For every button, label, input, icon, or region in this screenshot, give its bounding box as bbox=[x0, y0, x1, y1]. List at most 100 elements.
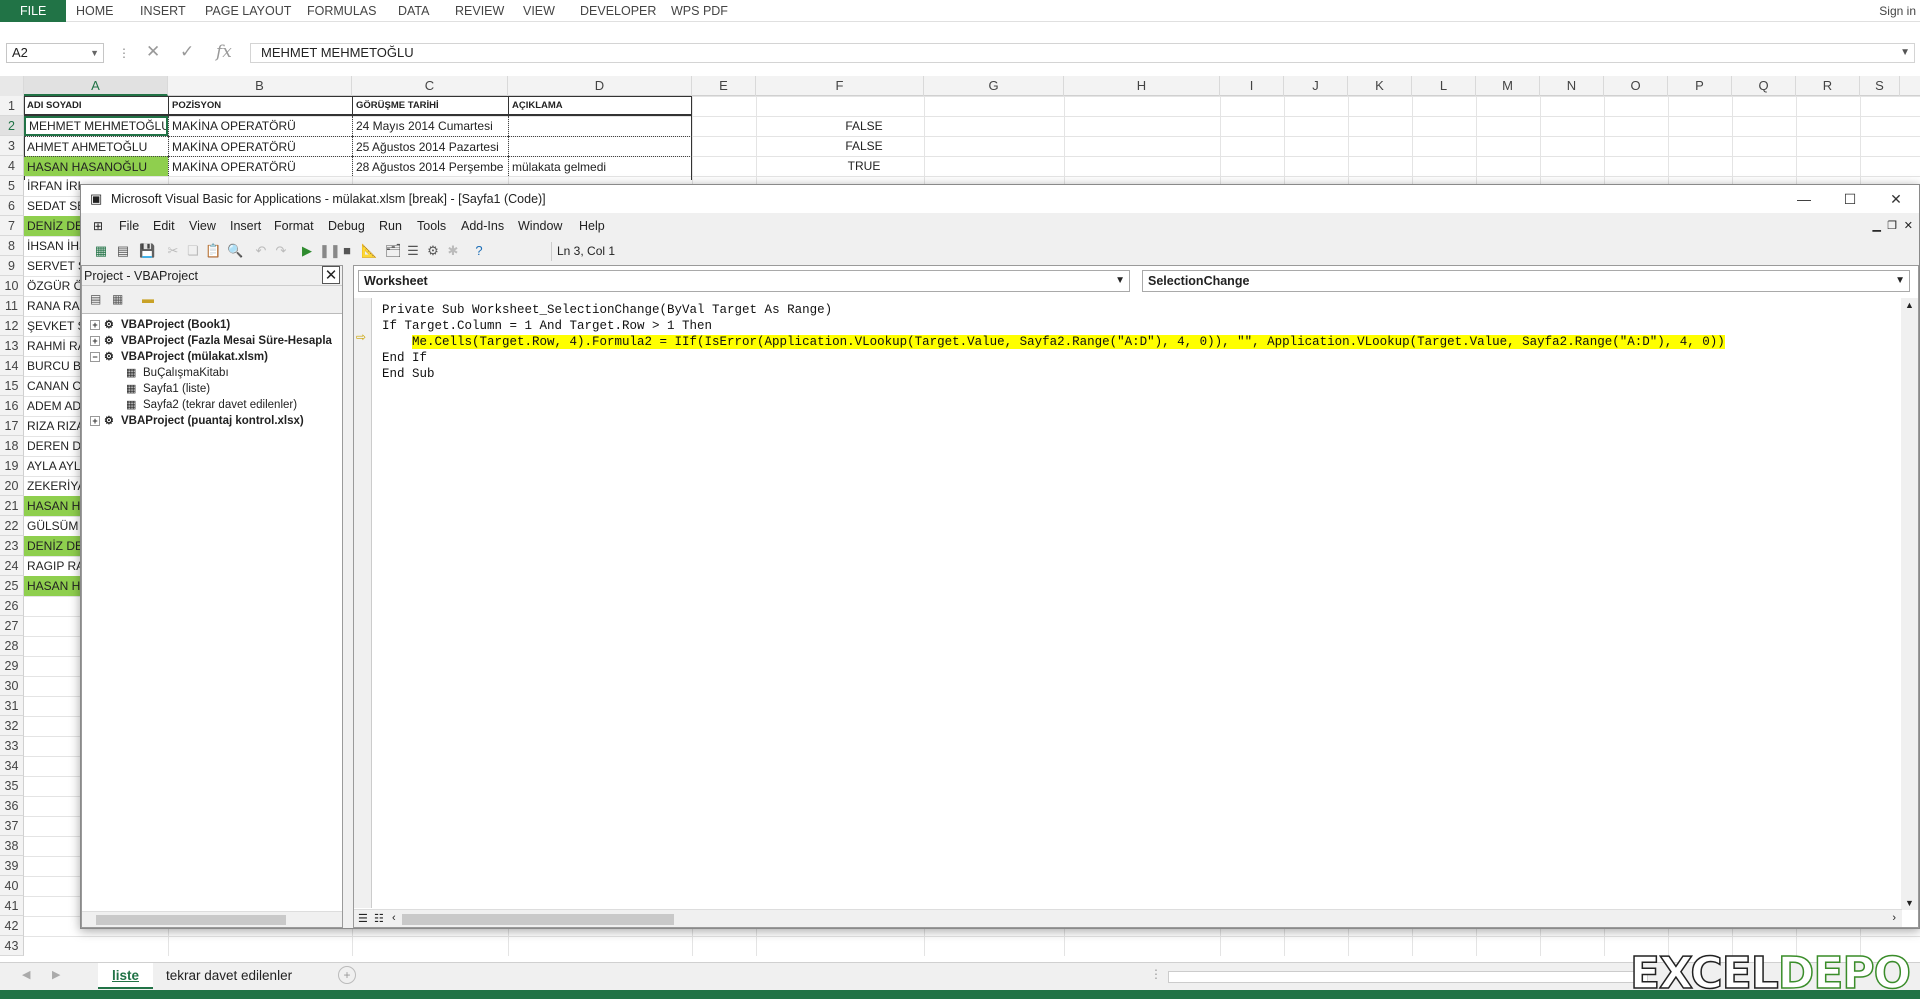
column-header-a[interactable]: A bbox=[24, 76, 168, 96]
break-icon[interactable]: ❚❚ bbox=[319, 243, 341, 259]
cell-b2[interactable]: MAKİNA OPERATÖRÜ bbox=[168, 116, 352, 136]
cell-f2[interactable]: FALSE bbox=[780, 116, 948, 136]
scrollbar-thumb[interactable] bbox=[402, 914, 674, 925]
row-header[interactable]: 21 bbox=[0, 496, 24, 516]
view-code-icon[interactable]: ▤ bbox=[90, 292, 101, 306]
column-header-m[interactable]: M bbox=[1476, 76, 1540, 96]
row-header[interactable]: 34 bbox=[0, 756, 24, 776]
menu-add-ins[interactable]: Add-Ins bbox=[461, 219, 504, 233]
code-horizontal-scrollbar[interactable]: ☰ ☷ ‹ › bbox=[354, 909, 1902, 927]
expand-formula-icon[interactable]: ▼ bbox=[1900, 44, 1910, 62]
row-header[interactable]: 33 bbox=[0, 736, 24, 756]
cell-b4[interactable]: MAKİNA OPERATÖRÜ bbox=[168, 156, 352, 176]
expand-icon[interactable]: + bbox=[90, 415, 100, 426]
select-all-corner[interactable] bbox=[0, 76, 24, 96]
tree-node-puantaj[interactable]: + ⚙ VBAProject (puantaj kontrol.xlsx) bbox=[90, 414, 304, 427]
tab-page-layout[interactable]: PAGE LAYOUT bbox=[205, 0, 291, 22]
cell-name[interactable]: HASAN HA bbox=[24, 576, 80, 596]
column-header-p[interactable]: P bbox=[1668, 76, 1732, 96]
cell-a4[interactable]: HASAN HASANOĞLU bbox=[24, 156, 168, 176]
row-header[interactable]: 14 bbox=[0, 356, 24, 376]
cell-name[interactable]: ŞEVKET ŞE bbox=[24, 316, 80, 336]
help-icon[interactable]: ? bbox=[471, 243, 487, 259]
row-header[interactable]: 24 bbox=[0, 556, 24, 576]
menu-help[interactable]: Help bbox=[579, 219, 605, 233]
row-header[interactable]: 23 bbox=[0, 536, 24, 556]
row-header[interactable]: 30 bbox=[0, 676, 24, 696]
column-header-b[interactable]: B bbox=[168, 76, 352, 96]
copy-icon[interactable]: ❏ bbox=[185, 243, 201, 259]
row-header[interactable]: 5 bbox=[0, 176, 24, 196]
scrollbar-thumb[interactable] bbox=[96, 915, 286, 925]
column-header-j[interactable]: J bbox=[1284, 76, 1348, 96]
cell-name[interactable]: İRFAN İRF bbox=[24, 176, 80, 196]
row-header[interactable]: 16 bbox=[0, 396, 24, 416]
column-header-e[interactable]: E bbox=[692, 76, 756, 96]
name-box[interactable]: A2 ▼ bbox=[6, 43, 104, 63]
cell-d2[interactable] bbox=[508, 116, 692, 136]
tab-developer[interactable]: DEVELOPER bbox=[580, 0, 656, 22]
cancel-icon[interactable]: ✕ bbox=[146, 42, 160, 62]
header-gorusme-tarihi[interactable]: GÖRÜŞME TARİHİ bbox=[352, 96, 508, 116]
breakpoint-margin[interactable]: ⇨ bbox=[354, 298, 372, 908]
properties-icon[interactable]: ☰ bbox=[405, 243, 421, 259]
menu-edit[interactable]: Edit bbox=[153, 219, 175, 233]
row-header[interactable]: 15 bbox=[0, 376, 24, 396]
row-header[interactable]: 37 bbox=[0, 816, 24, 836]
cell-f4[interactable]: TRUE bbox=[780, 156, 948, 176]
row-header[interactable]: 32 bbox=[0, 716, 24, 736]
cell-name[interactable]: ADEM ADE bbox=[24, 396, 80, 416]
row-header[interactable]: 18 bbox=[0, 436, 24, 456]
scroll-down-icon[interactable]: ▼ bbox=[1905, 898, 1914, 908]
scroll-left-icon[interactable]: ◀ bbox=[22, 968, 30, 981]
cell-name[interactable]: İHSAN İHS bbox=[24, 236, 80, 256]
cell-f3[interactable]: FALSE bbox=[780, 136, 948, 156]
menu-run[interactable]: Run bbox=[379, 219, 402, 233]
child-close-icon[interactable]: ✕ bbox=[1904, 219, 1913, 232]
column-header-i[interactable]: I bbox=[1220, 76, 1284, 96]
chevron-down-icon[interactable]: ▼ bbox=[90, 44, 99, 62]
row-header[interactable]: 10 bbox=[0, 276, 24, 296]
excel-icon[interactable]: ⊞ bbox=[93, 219, 103, 233]
row-header[interactable]: 35 bbox=[0, 776, 24, 796]
cut-icon[interactable]: ✂ bbox=[165, 243, 181, 259]
row-header[interactable]: 8 bbox=[0, 236, 24, 256]
row-header[interactable]: 3 bbox=[0, 136, 24, 156]
run-icon[interactable]: ▶ bbox=[299, 243, 315, 259]
row-header[interactable]: 20 bbox=[0, 476, 24, 496]
horizontal-scrollbar[interactable] bbox=[1168, 971, 1648, 983]
row-header[interactable]: 38 bbox=[0, 836, 24, 856]
enter-icon[interactable]: ✓ bbox=[180, 42, 194, 62]
expand-icon[interactable]: + bbox=[90, 335, 100, 346]
cell-name[interactable]: SEDAT SED bbox=[24, 196, 80, 216]
tab-review[interactable]: REVIEW bbox=[455, 0, 504, 22]
row-header[interactable]: 42 bbox=[0, 916, 24, 936]
tree-node-sayfa1[interactable]: ▦ Sayfa1 (liste) bbox=[126, 382, 210, 395]
find-icon[interactable]: 🔍 bbox=[227, 243, 243, 259]
row-header[interactable]: 43 bbox=[0, 936, 24, 956]
tree-node-mulakat[interactable]: − ⚙ VBAProject (mülakat.xlsm) bbox=[90, 350, 268, 363]
procedure-dropdown[interactable]: SelectionChange ▼ bbox=[1142, 270, 1910, 292]
row-header[interactable]: 26 bbox=[0, 596, 24, 616]
project-explorer-icon[interactable]: 🗂 bbox=[385, 243, 402, 259]
menu-window[interactable]: Window bbox=[518, 219, 562, 233]
code-editor[interactable]: Private Sub Worksheet_SelectionChange(By… bbox=[382, 302, 1725, 382]
collapse-icon[interactable]: − bbox=[90, 351, 100, 362]
menu-view[interactable]: View bbox=[189, 219, 216, 233]
child-minimize-icon[interactable]: ▁ bbox=[1873, 219, 1881, 232]
row-header[interactable]: 12 bbox=[0, 316, 24, 336]
tree-node-sayfa2[interactable]: ▦ Sayfa2 (tekrar davet edilenler) bbox=[126, 398, 297, 411]
tab-wps-pdf[interactable]: WPS PDF bbox=[671, 0, 728, 22]
row-header[interactable]: 28 bbox=[0, 636, 24, 656]
header-aciklama[interactable]: AÇIKLAMA bbox=[508, 96, 692, 116]
column-header-g[interactable]: G bbox=[924, 76, 1064, 96]
menu-tools[interactable]: Tools bbox=[417, 219, 446, 233]
cell-name[interactable]: RIZA RIZA bbox=[24, 416, 80, 436]
column-header-c[interactable]: C bbox=[352, 76, 508, 96]
cell-name[interactable]: DENİZ DEN bbox=[24, 536, 80, 556]
object-browser-icon[interactable]: ⚙ bbox=[425, 243, 441, 259]
row-header[interactable]: 29 bbox=[0, 656, 24, 676]
file-tab[interactable]: FILE bbox=[0, 0, 67, 22]
project-scrollbar[interactable] bbox=[82, 911, 342, 927]
header-adi-soyadi[interactable]: ADI SOYADI bbox=[24, 96, 168, 116]
